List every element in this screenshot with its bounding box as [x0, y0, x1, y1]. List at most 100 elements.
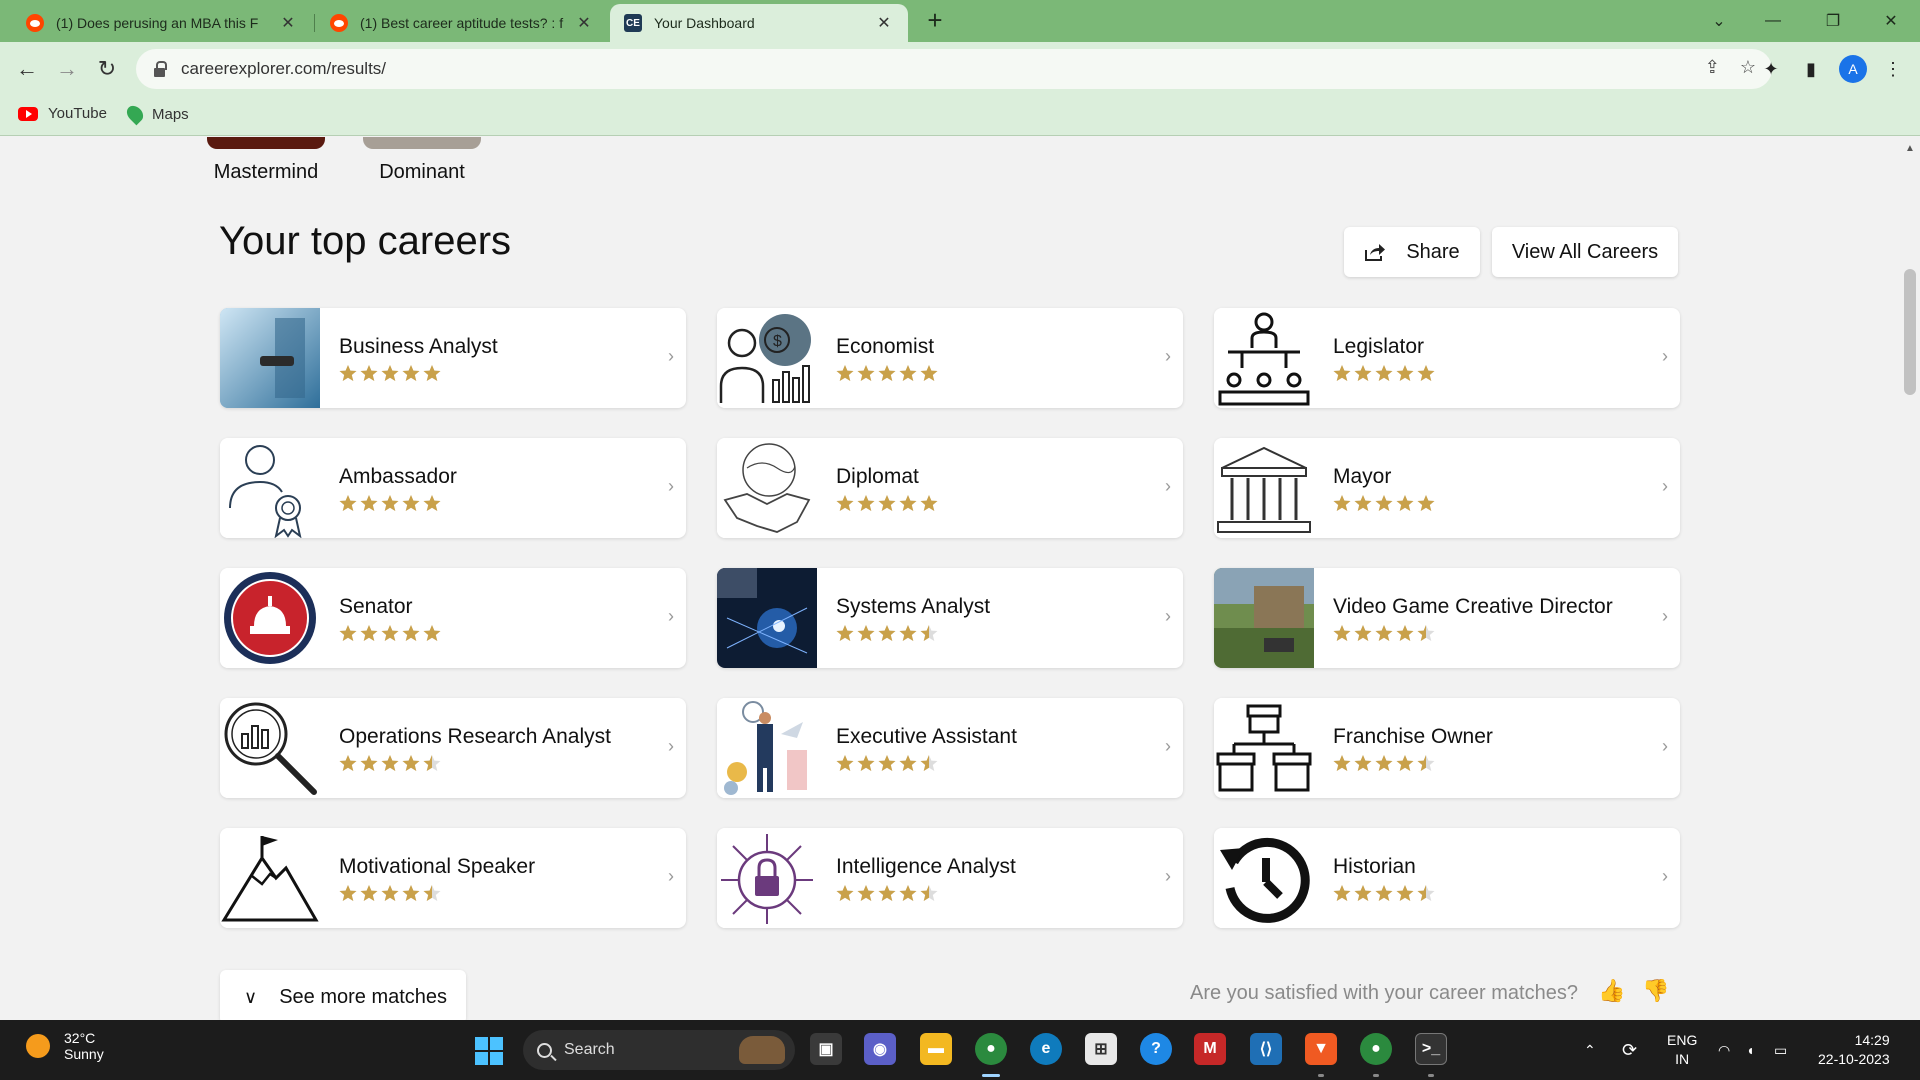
side-panel-icon[interactable]: ▮	[1798, 56, 1824, 82]
reload-button[interactable]: ↻	[90, 52, 124, 86]
persona-image	[207, 137, 325, 149]
career-card[interactable]: $ Economist ›	[717, 308, 1183, 408]
clock-time: 14:29	[1854, 1032, 1890, 1048]
chrome-icon[interactable]: ●	[975, 1033, 1007, 1065]
star-icon	[857, 365, 875, 381]
career-rating	[339, 494, 443, 517]
career-card[interactable]: Senator ›	[220, 568, 686, 668]
chevron-right-icon: ›	[668, 866, 674, 886]
persona-mastermind[interactable]: Mastermind	[207, 137, 325, 184]
bookmark-maps[interactable]: Maps	[123, 102, 189, 126]
star-icon	[1333, 885, 1351, 901]
edge-icon[interactable]: e	[1030, 1033, 1062, 1065]
battery-icon[interactable]: ▭	[1774, 1020, 1787, 1080]
close-icon[interactable]: ✕	[278, 13, 298, 33]
career-card[interactable]: Executive Assistant ›	[717, 698, 1183, 798]
video-game-photo	[1214, 568, 1314, 668]
business-analyst-photo	[220, 308, 320, 408]
tab-mba[interactable]: (1) Does perusing an MBA this F ✕	[12, 4, 312, 42]
star-icon	[360, 625, 378, 641]
terminal-icon[interactable]: >_	[1415, 1033, 1447, 1065]
career-card[interactable]: Mayor ›	[1214, 438, 1680, 538]
show-hidden-icons-chevron-icon[interactable]: ⌃	[1584, 1020, 1596, 1080]
minimize-button[interactable]: —	[1750, 0, 1796, 42]
system-clock[interactable]: 14:29 22-10-2023	[1818, 1031, 1890, 1069]
executive-assistant-illustration	[717, 698, 817, 798]
start-button[interactable]	[475, 1037, 503, 1065]
address-bar[interactable]: careerexplorer.com/results/ ⇪ ☆	[136, 49, 1772, 89]
star-rating	[339, 495, 441, 511]
chrome-profile-icon[interactable]: ●	[1360, 1033, 1392, 1065]
close-icon[interactable]: ✕	[574, 13, 594, 33]
career-name: Intelligence Analyst	[836, 855, 1016, 878]
help-icon[interactable]: ?	[1140, 1033, 1172, 1065]
brave-icon[interactable]: ▼	[1305, 1033, 1337, 1065]
page-title: Your top careers	[219, 219, 512, 263]
page-scrollbar[interactable]: ▲	[1900, 137, 1920, 1020]
volume-icon[interactable]: ◖	[1746, 1020, 1754, 1080]
tab-aptitude[interactable]: (1) Best career aptitude tests? : f ✕	[316, 4, 608, 42]
thumbs-down-icon[interactable]: 👎	[1642, 978, 1669, 1004]
extensions-icon[interactable]: ✦	[1758, 56, 1784, 82]
star-icon	[1354, 625, 1372, 641]
task-view-icon[interactable]: ▣	[810, 1033, 842, 1065]
forward-button[interactable]: →	[50, 52, 84, 86]
view-all-careers-button[interactable]: View All Careers	[1492, 227, 1678, 277]
scroll-up-arrow-icon[interactable]: ▲	[1905, 143, 1915, 154]
career-card[interactable]: Systems Analyst ›	[717, 568, 1183, 668]
back-button[interactable]: ←	[10, 52, 44, 86]
bookmark-youtube[interactable]: YouTube	[18, 105, 107, 122]
career-rating	[339, 624, 443, 647]
youtube-icon	[18, 106, 38, 121]
career-card[interactable]: Diplomat ›	[717, 438, 1183, 538]
thumbs-up-icon[interactable]: 👍	[1598, 978, 1625, 1004]
close-window-button[interactable]: ✕	[1868, 0, 1914, 42]
mcafee-icon[interactable]: M	[1194, 1033, 1226, 1065]
star-icon	[1354, 755, 1372, 771]
language-indicator[interactable]: ENG IN	[1667, 1031, 1697, 1069]
career-card[interactable]: Motivational Speaker ›	[220, 828, 686, 928]
career-name: Diplomat	[836, 465, 919, 488]
star-icon	[899, 365, 917, 381]
scrollbar-thumb[interactable]	[1904, 269, 1916, 395]
microsoft-store-icon[interactable]: ⊞	[1085, 1033, 1117, 1065]
star-rating	[1333, 495, 1435, 511]
lock-icon[interactable]	[154, 60, 167, 77]
see-more-matches-button[interactable]: ∨ See more matches	[220, 970, 466, 1020]
new-tab-button[interactable]: +	[920, 6, 950, 36]
close-icon[interactable]: ✕	[874, 13, 894, 33]
career-card[interactable]: Intelligence Analyst ›	[717, 828, 1183, 928]
star-icon	[1396, 625, 1414, 641]
teams-chat-icon[interactable]: ◉	[864, 1033, 896, 1065]
taskbar-search[interactable]: Search	[523, 1030, 795, 1070]
career-card[interactable]: Ambassador ›	[220, 438, 686, 538]
weather-widget[interactable]: 32°C Sunny	[26, 1030, 104, 1062]
career-name: Franchise Owner	[1333, 725, 1493, 748]
career-card[interactable]: Operations Research Analyst ›	[220, 698, 686, 798]
tab-dashboard[interactable]: CE Your Dashboard ✕	[610, 4, 908, 42]
career-card[interactable]: Historian ›	[1214, 828, 1680, 928]
bookmark-star-icon[interactable]: ☆	[1740, 57, 1756, 78]
career-card[interactable]: Franchise Owner ›	[1214, 698, 1680, 798]
menu-kebab-icon[interactable]: ⋮	[1880, 56, 1906, 82]
open-app-indicator	[1318, 1074, 1324, 1077]
career-card[interactable]: Business Analyst ›	[220, 308, 686, 408]
sync-icon[interactable]: ⟳	[1622, 1020, 1637, 1080]
profile-avatar[interactable]: A	[1839, 55, 1867, 83]
wifi-icon[interactable]: ◠	[1718, 1020, 1730, 1080]
star-icon	[920, 495, 938, 511]
star-icon	[423, 625, 441, 641]
persona-dominant[interactable]: Dominant	[363, 137, 481, 184]
star-rating	[836, 755, 938, 771]
windows-taskbar: 32°C Sunny Search ▣ ◉ ▬ ● e ⊞ ? M ⟨⟩ ▼ ●…	[0, 1020, 1920, 1080]
share-button[interactable]: Share	[1344, 227, 1480, 277]
file-explorer-icon[interactable]: ▬	[920, 1033, 952, 1065]
career-card[interactable]: Video Game Creative Director ›	[1214, 568, 1680, 668]
vscode-icon[interactable]: ⟨⟩	[1250, 1033, 1282, 1065]
career-rating	[836, 884, 940, 907]
career-card[interactable]: Legislator ›	[1214, 308, 1680, 408]
tab-search-icon[interactable]: ⌄	[1696, 0, 1742, 42]
chevron-right-icon: ›	[1165, 606, 1171, 626]
restore-button[interactable]: ❐	[1810, 0, 1856, 42]
share-page-icon[interactable]: ⇪	[1705, 57, 1720, 78]
